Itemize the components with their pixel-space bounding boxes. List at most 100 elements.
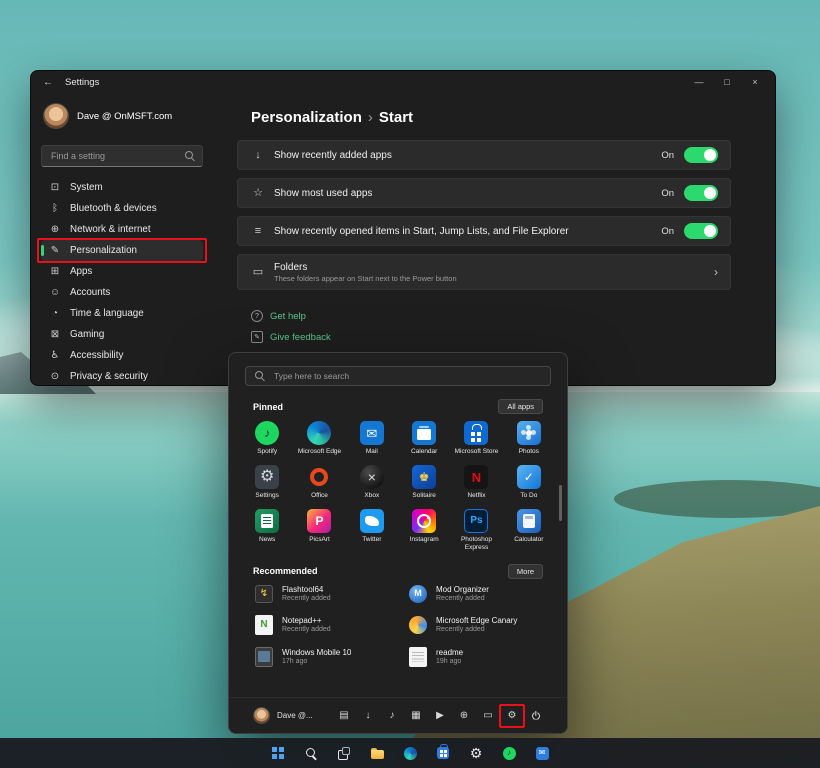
- recommended-item-notepad[interactable]: NNotepad++Recently added: [249, 612, 393, 638]
- app-tile-to-do[interactable]: ✓To Do: [503, 460, 555, 502]
- app-tile-xbox[interactable]: ×Xbox: [346, 460, 398, 502]
- toggle-knob: [704, 187, 716, 199]
- app-tile-settings[interactable]: ⚙Settings: [241, 460, 293, 502]
- recommended-item-meta: 17h ago: [282, 658, 351, 665]
- start-scrollbar[interactable]: [559, 485, 562, 521]
- start-footer-network-button[interactable]: ⊕: [457, 709, 471, 723]
- taskbar-store-button[interactable]: [431, 741, 455, 765]
- app-tile-photos[interactable]: Photos: [503, 416, 555, 458]
- sidebar-item-label: Accounts: [70, 287, 110, 298]
- recommended-item-name: Windows Mobile 10: [282, 648, 351, 657]
- app-tile-office[interactable]: Office: [293, 460, 345, 502]
- settings-search-input[interactable]: [49, 150, 185, 162]
- recommended-item-meta: Recently added: [282, 626, 331, 633]
- app-tile-spotify[interactable]: ♪Spotify: [241, 416, 293, 458]
- recommended-item-name: Microsoft Edge Canary: [436, 616, 517, 625]
- settings-search[interactable]: [41, 145, 203, 167]
- get-help-link[interactable]: ?Get help: [251, 310, 306, 322]
- sidebar-item-accessibility[interactable]: ♿Accessibility: [41, 345, 203, 366]
- app-tile-twitter[interactable]: Twitter: [346, 504, 398, 554]
- app-tile-picsart[interactable]: PPicsArt: [293, 504, 345, 554]
- help-links: ?Get help ✎Give feedback: [237, 310, 731, 343]
- recommended-header: Recommended More: [253, 564, 543, 579]
- start-search-input[interactable]: [272, 370, 541, 382]
- folder-icon: ▭: [483, 711, 492, 721]
- music-icon: ♪: [390, 711, 395, 721]
- sidebar-item-bluetooth-devices[interactable]: ᛒBluetooth & devices: [41, 198, 203, 219]
- sidebar-item-gaming[interactable]: ⊠Gaming: [41, 324, 203, 345]
- start-footer-videos-button[interactable]: ▶: [433, 709, 447, 723]
- recommended-item-windows-mobile-10[interactable]: Windows Mobile 1017h ago: [249, 644, 393, 670]
- toggle-knob: [704, 225, 716, 237]
- taskbar-start-button[interactable]: [266, 741, 290, 765]
- app-tile-microsoft-store[interactable]: Microsoft Store: [450, 416, 502, 458]
- start-footer-file-explorer-button[interactable]: ▭: [481, 709, 495, 723]
- chevron-right-icon: ›: [714, 265, 718, 279]
- toggle-state-label: On: [661, 150, 674, 161]
- start-user-button[interactable]: Dave @...: [253, 707, 313, 724]
- taskbar-settings-button[interactable]: ⚙: [464, 741, 488, 765]
- taskbar-task-view-button[interactable]: [332, 741, 356, 765]
- twitter-icon: [360, 509, 384, 533]
- recommended-item-mod-organizer[interactable]: MMod OrganizerRecently added: [403, 582, 547, 606]
- recommended-item-readme[interactable]: readme19h ago: [403, 644, 547, 670]
- office-icon: [307, 465, 331, 489]
- start-footer-music-button[interactable]: ♪: [385, 709, 399, 723]
- taskbar-spotify-button[interactable]: ♪: [497, 741, 521, 765]
- app-tile-netflix[interactable]: NNetflix: [450, 460, 502, 502]
- settings-rows: ↓Show recently added appsOn☆Show most us…: [237, 140, 731, 246]
- taskbar-file-explorer-button[interactable]: [365, 741, 389, 765]
- give-feedback-link[interactable]: ✎Give feedback: [251, 331, 331, 343]
- start-footer-downloads-button[interactable]: ↓: [361, 709, 375, 723]
- close-button[interactable]: ×: [741, 71, 769, 93]
- toggle-switch[interactable]: [684, 185, 718, 201]
- readme-icon: [409, 647, 427, 667]
- toggle-switch[interactable]: [684, 223, 718, 239]
- settings-row-folders[interactable]: ▭ Folders These folders appear on Start …: [237, 254, 731, 290]
- start-footer-pictures-button[interactable]: ▦: [409, 709, 423, 723]
- taskbar-edge-button[interactable]: [398, 741, 422, 765]
- app-tile-instagram[interactable]: Instagram: [398, 504, 450, 554]
- sidebar-item-personalization[interactable]: ✎Personalization: [41, 240, 203, 261]
- app-tile-news[interactable]: News: [241, 504, 293, 554]
- app-tile-calendar[interactable]: Calendar: [398, 416, 450, 458]
- recommended-item-flashtool64[interactable]: ↯Flashtool64Recently added: [249, 582, 393, 606]
- sidebar-item-apps[interactable]: ⊞Apps: [41, 261, 203, 282]
- more-button[interactable]: More: [508, 564, 543, 579]
- app-tile-solitaire[interactable]: ♚Solitaire: [398, 460, 450, 502]
- taskbar-mail-button[interactable]: ✉: [530, 741, 554, 765]
- app-tile-label: To Do: [520, 492, 537, 500]
- start-footer-power-button[interactable]: [529, 709, 543, 723]
- start-footer-settings-button[interactable]: ⚙: [505, 709, 519, 723]
- recommended-item-microsoft-edge-canary[interactable]: Microsoft Edge CanaryRecently added: [403, 612, 547, 638]
- recently-added-icon: ↓: [250, 150, 266, 161]
- start-footer-documents-button[interactable]: ▤: [337, 709, 351, 723]
- sidebar-item-privacy-security[interactable]: ⊙Privacy & security: [41, 366, 203, 387]
- app-tile-calculator[interactable]: Calculator: [503, 504, 555, 554]
- user-profile[interactable]: Dave @ OnMSFT.com: [41, 99, 203, 133]
- sidebar-item-system[interactable]: ⊡System: [41, 177, 203, 198]
- edge-canary-icon: [409, 616, 427, 634]
- pictures-icon: ▦: [411, 711, 420, 721]
- sidebar-item-accounts[interactable]: ☺Accounts: [41, 282, 203, 303]
- app-tile-photoshop-express[interactable]: PsPhotoshop Express: [450, 504, 502, 554]
- sidebar-item-network-internet[interactable]: ⊕Network & internet: [41, 219, 203, 240]
- app-tile-label: Mail: [366, 448, 378, 456]
- minimize-button[interactable]: —: [685, 71, 713, 93]
- app-tile-mail[interactable]: ✉Mail: [346, 416, 398, 458]
- settings-nav: ⊡SystemᛒBluetooth & devices⊕Network & in…: [41, 177, 203, 387]
- settings-main: Personalization›Start ↓Show recently add…: [213, 93, 775, 385]
- breadcrumb-parent[interactable]: Personalization: [251, 109, 362, 126]
- sidebar-item-time-language[interactable]: ◔Time & language: [41, 303, 203, 324]
- maximize-button[interactable]: □: [713, 71, 741, 93]
- back-button[interactable]: ←: [37, 77, 59, 88]
- recommended-item-meta: Recently added: [436, 595, 489, 602]
- all-apps-button[interactable]: All apps: [498, 399, 543, 414]
- taskbar-search-button[interactable]: [299, 741, 323, 765]
- recommended-item-name: Mod Organizer: [436, 585, 489, 594]
- titlebar[interactable]: ← Settings — □ ×: [31, 71, 775, 93]
- start-search[interactable]: [245, 366, 551, 386]
- app-tile-label: Photoshop Express: [451, 536, 501, 552]
- app-tile-microsoft-edge[interactable]: Microsoft Edge: [293, 416, 345, 458]
- toggle-switch[interactable]: [684, 147, 718, 163]
